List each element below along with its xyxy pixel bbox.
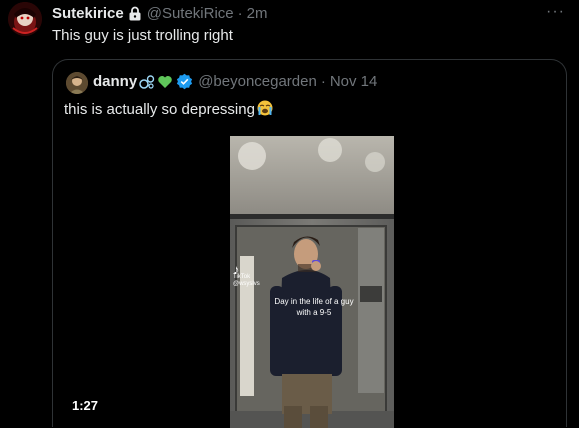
tiktok-icon: ♪ [233,262,240,277]
loudly-crying-face-emoji [257,100,273,116]
tiktok-user: @wsyslvs [233,281,260,287]
quoted-tweet[interactable]: danny @beyoncegarden · Nov 14 this is ac… [52,59,567,428]
quoted-separator-dot: · [320,73,326,90]
video-player[interactable]: ♪ TikTok @wsyslvs Day in the life of a g… [230,136,394,428]
quoted-author-avatar [66,72,88,94]
tiktok-watermark: ♪ TikTok @wsyslvs [233,262,260,288]
quoted-tweet-header: danny @beyoncegarden · Nov 14 [93,73,377,90]
verified-badge-icon [176,73,193,90]
quoted-tweet-date: Nov 14 [329,73,378,90]
green-heart-emoji [157,74,173,90]
separator-dot: · [237,5,243,22]
more-icon[interactable]: ··· [546,3,565,21]
tiktok-brand: TikTok [233,274,251,280]
video-duration: 1:27 [72,398,99,413]
author-avatar[interactable] [8,2,42,36]
quoted-author-display-name: danny [93,73,138,90]
bubbles-emoji [139,74,155,90]
tweet-header: Sutekirice @SutekiRice · 2m [52,5,268,22]
tweet-text: This guy is just trolling right [52,27,233,44]
quoted-tweet-text-row: this is actually so depressing [64,100,273,118]
lock-icon [128,6,142,21]
quoted-author-handle: @beyoncegarden [198,73,317,90]
tweet-time[interactable]: 2m [247,5,268,22]
author-display-name[interactable]: Sutekirice [52,5,124,22]
quoted-tweet-text: this is actually so depressing [64,101,255,118]
video-caption: Day in the life of a guy with a 9-5 [274,297,354,317]
author-handle[interactable]: @SutekiRice [147,5,234,22]
